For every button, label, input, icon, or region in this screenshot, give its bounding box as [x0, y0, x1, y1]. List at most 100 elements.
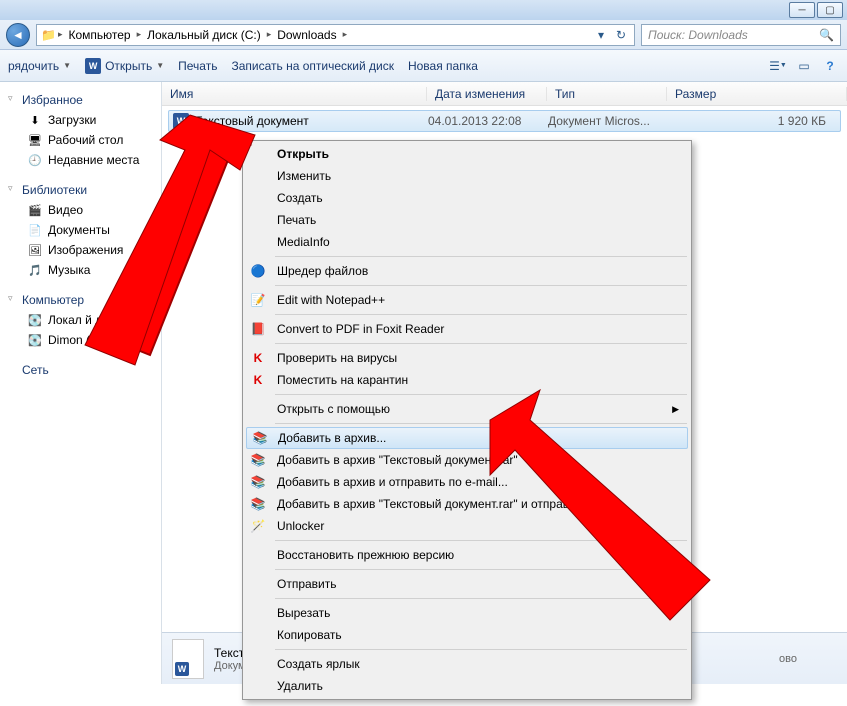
context-menu-item[interactable]: 📕Convert to PDF in Foxit Reader [245, 318, 689, 340]
context-menu-item[interactable]: Открыть [245, 143, 689, 165]
breadcrumb[interactable]: Локальный диск (C:) [143, 26, 265, 44]
organize-button[interactable]: рядочить ▼ [8, 59, 71, 73]
context-menu-item-label: Создать [277, 191, 323, 205]
submenu-arrow-icon: ▶ [672, 579, 679, 590]
sidebar-item-video[interactable]: 🎬Видео [0, 200, 161, 220]
drive-icon: 💽 [28, 333, 42, 347]
download-icon: ⬇ [28, 113, 42, 127]
context-menu-item[interactable]: 📚Добавить в архив и отправить по e-mail.… [245, 471, 689, 493]
sidebar-item-desktop[interactable]: 🖥Рабочий стол [0, 130, 161, 150]
context-menu-item[interactable]: Вырезать [245, 602, 689, 624]
column-headers: Имя Дата изменения Тип Размер [162, 82, 847, 106]
context-menu-item-label: MediaInfo [277, 235, 330, 249]
context-menu-item-label: Вырезать [277, 606, 330, 620]
context-menu-separator [275, 343, 687, 344]
context-menu-item[interactable]: 🔵Шредер файлов [245, 260, 689, 282]
recent-icon: 🕘 [28, 153, 42, 167]
sidebar-item-drive-d[interactable]: 💽Dimon (D:) [0, 330, 161, 350]
context-menu-separator [275, 569, 687, 570]
view-icon[interactable]: ☰ ▼ [769, 57, 787, 75]
context-menu-item[interactable]: Удалить [245, 675, 689, 697]
desktop-icon: 🖥 [28, 133, 42, 147]
context-menu-separator [275, 314, 687, 315]
preview-pane-icon[interactable]: ▭ [795, 57, 813, 75]
context-menu-item-label: Копировать [277, 628, 342, 642]
nav-back-button[interactable]: ◄ [6, 23, 30, 47]
context-menu-item[interactable]: MediaInfo [245, 231, 689, 253]
context-menu-item-label: Печать [277, 213, 316, 227]
burn-button[interactable]: Записать на оптический диск [231, 59, 394, 73]
newfolder-button[interactable]: Новая папка [408, 59, 478, 73]
minimize-button[interactable]: ─ [789, 2, 815, 18]
context-menu-item[interactable]: 📚Добавить в архив "Текстовый документ.ra… [245, 449, 689, 471]
breadcrumb[interactable]: Компьютер [64, 26, 134, 44]
submenu-arrow-icon: ▶ [672, 404, 679, 415]
context-menu-item-icon: 📚 [250, 452, 266, 468]
context-menu-separator [275, 423, 687, 424]
context-menu-item-label: Проверить на вирусы [277, 351, 397, 365]
video-icon: 🎬 [28, 203, 42, 217]
context-menu-item[interactable]: 📝Edit with Notepad++ [245, 289, 689, 311]
context-menu-separator [275, 394, 687, 395]
context-menu-item-icon: 📚 [252, 430, 268, 446]
sidebar-item-drive-c[interactable]: 💽Локал й диск (C: [0, 310, 161, 330]
sidebar-group-libraries[interactable]: Библиотеки [0, 180, 161, 200]
file-row[interactable]: WТекстовый документ 04.01.2013 22:08 Док… [168, 110, 841, 132]
search-input[interactable]: Поиск: Downloads 🔍 [641, 24, 841, 46]
breadcrumb[interactable]: Downloads [273, 26, 340, 44]
refresh-icon[interactable]: ↻ [612, 26, 630, 44]
col-type[interactable]: Тип [547, 87, 667, 101]
context-menu-item[interactable]: Создать ярлык [245, 653, 689, 675]
maximize-button[interactable]: ▢ [817, 2, 843, 18]
context-menu-item-label: Изменить [277, 169, 331, 183]
sidebar-item-recent[interactable]: 🕘Недавние места [0, 150, 161, 170]
context-menu-item[interactable]: Отправить ▶ [245, 573, 689, 595]
col-date[interactable]: Дата изменения [427, 87, 547, 101]
help-icon[interactable]: ? [821, 57, 839, 75]
context-menu-item[interactable]: 📚Добавить в архив "Текстовый документ.ra… [245, 493, 689, 515]
context-menu-item[interactable]: K Проверить на вирусы [245, 347, 689, 369]
context-menu-item-label: Добавить в архив... [278, 431, 386, 445]
chevron-right-icon: ▸ [343, 29, 348, 40]
col-name[interactable]: Имя [162, 87, 427, 101]
context-menu-item[interactable]: Изменить [245, 165, 689, 187]
context-menu-item[interactable]: KПоместить на карантин [245, 369, 689, 391]
file-preview-icon [172, 639, 204, 679]
toolbar: рядочить ▼ WОткрыть ▼ Печать Записать на… [0, 50, 847, 82]
address-bar[interactable]: 📁 ▸ Компьютер ▸ Локальный диск (C:) ▸ Do… [36, 24, 635, 46]
file-type: Документ Micros... [548, 114, 668, 128]
search-icon: 🔍 [819, 28, 834, 42]
open-button[interactable]: WОткрыть ▼ [85, 58, 164, 74]
print-button[interactable]: Печать [178, 59, 217, 73]
navigation-sidebar: Избранное ⬇Загрузки 🖥Рабочий стол 🕘Недав… [0, 82, 162, 684]
folder-icon: 📁 [41, 28, 56, 42]
search-placeholder: Поиск: Downloads [648, 28, 748, 42]
context-menu-item-icon: 📚 [250, 474, 266, 490]
sidebar-item-downloads[interactable]: ⬇Загрузки [0, 110, 161, 130]
window-titlebar: ─ ▢ [0, 0, 847, 20]
context-menu-item-label: Отправить [277, 577, 337, 591]
sidebar-item-music[interactable]: 🎵Музыка [0, 260, 161, 280]
context-menu-item-icon: K [250, 350, 266, 366]
col-size[interactable]: Размер [667, 87, 847, 101]
context-menu-item[interactable]: Восстановить прежнюю версию [245, 544, 689, 566]
context-menu-item[interactable]: 🪄Unlocker [245, 515, 689, 537]
context-menu-item[interactable]: Создать [245, 187, 689, 209]
context-menu-item[interactable]: 📚 Добавить в архив... [246, 427, 688, 449]
word-icon: W [85, 58, 101, 74]
sidebar-item-images[interactable]: 🖼Изображения [0, 240, 161, 260]
context-menu-item-label: Удалить [277, 679, 323, 693]
sidebar-item-documents[interactable]: 📄Документы [0, 220, 161, 240]
address-row: ◄ 📁 ▸ Компьютер ▸ Локальный диск (C:) ▸ … [0, 20, 847, 50]
context-menu-separator [275, 598, 687, 599]
context-menu-item[interactable]: Печать [245, 209, 689, 231]
sidebar-group-network[interactable]: Сеть [0, 360, 161, 380]
context-menu-item-icon: 📝 [250, 292, 266, 308]
context-menu-separator [275, 285, 687, 286]
context-menu-item[interactable]: Копировать [245, 624, 689, 646]
sidebar-group-computer[interactable]: Компьютер [0, 290, 161, 310]
sidebar-group-favorites[interactable]: Избранное [0, 90, 161, 110]
context-menu-item[interactable]: Открыть с помощью▶ [245, 398, 689, 420]
dropdown-icon[interactable]: ▾ [592, 26, 610, 44]
context-menu-item-label: Открыть [277, 147, 329, 161]
